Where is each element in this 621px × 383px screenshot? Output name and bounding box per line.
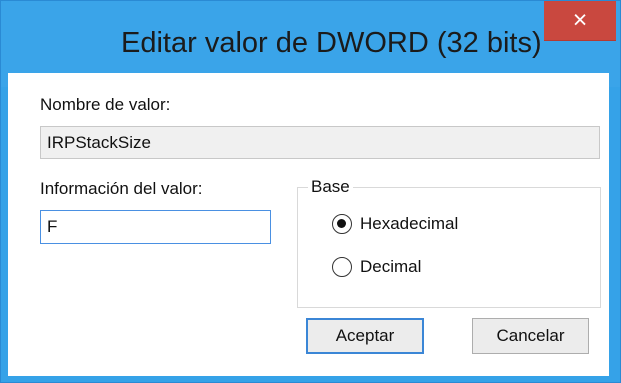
base-groupbox: Base Hexadecimal Decimal <box>297 177 601 308</box>
value-name-field: IRPStackSize <box>40 126 600 159</box>
value-data-label: Información del valor: <box>40 179 203 198</box>
value-name-label: Nombre de valor: <box>40 95 171 114</box>
cancel-button[interactable]: Cancelar <box>472 318 589 354</box>
value-data-input[interactable]: F <box>40 210 271 244</box>
window-title: Editar valor de DWORD (32 bits) <box>121 27 542 59</box>
radio-decimal-label[interactable]: Decimal <box>360 255 421 279</box>
dialog-window: Editar valor de DWORD (32 bits) × Nombre… <box>0 0 621 383</box>
base-group-title: Base <box>308 177 353 197</box>
close-icon[interactable]: × <box>544 1 616 40</box>
radio-hexadecimal-label[interactable]: Hexadecimal <box>360 212 458 236</box>
radio-unselected-icon[interactable] <box>332 257 352 277</box>
ok-button[interactable]: Aceptar <box>306 318 424 354</box>
close-button[interactable]: × <box>544 1 616 41</box>
dialog-body: Nombre de valor: IRPStackSize Informació… <box>8 73 609 376</box>
radio-selected-icon[interactable] <box>332 214 352 234</box>
